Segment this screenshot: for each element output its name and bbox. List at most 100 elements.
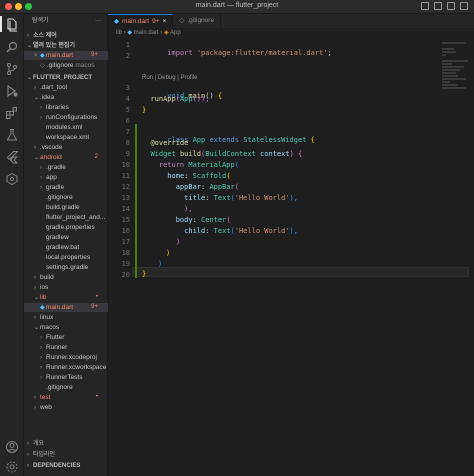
tree-item[interactable]: › runConfigurations — [24, 113, 108, 122]
open-editor-item[interactable]: ◇ .gitignore macos — [24, 61, 108, 70]
line-number: 17 — [121, 238, 130, 246]
open-editor-item[interactable]: × ◆main.dart 9+ — [24, 51, 108, 60]
tree-item[interactable]: ⌄macos — [24, 323, 108, 332]
code-line: runApp(App()); — [150, 95, 210, 103]
run-debug-icon[interactable] — [5, 84, 19, 98]
tree-item[interactable]: › test • — [24, 393, 108, 402]
tree-item[interactable]: .gitignore — [24, 383, 108, 392]
search-icon[interactable] — [5, 40, 19, 54]
code-line: body: Center( — [175, 216, 231, 224]
tree-item[interactable]: ⌄.idea — [24, 93, 108, 102]
source-control-section[interactable]: › 소스 제어 — [24, 31, 108, 40]
timeline-section[interactable]: › 타임라인 — [24, 451, 108, 460]
minimap[interactable] — [442, 42, 470, 102]
gitignore-file-icon: ◇ — [179, 17, 185, 24]
tree-item[interactable]: › libraries — [24, 103, 108, 112]
project-section[interactable]: ⌄FLUTTER_PROJECT — [24, 73, 108, 82]
explorer-sidebar: 탐색기 ··· › 소스 제어 ⌄열려 있는 편집기 × ◆main.dart 9+… — [24, 14, 108, 476]
editor-area: ◆ main.dart 9+ × ◇ .gitignore lib › ◆ ma… — [108, 14, 474, 476]
code-line: Widget build(BuildContext context) { — [150, 150, 303, 158]
extensions-icon[interactable] — [5, 106, 19, 120]
tree-item[interactable]: › RunnerTests — [24, 373, 108, 382]
gitignore-file-icon: ◇ — [40, 62, 45, 69]
activity-bar — [0, 14, 24, 476]
line-number: 7 — [125, 128, 130, 136]
codelens-run-debug[interactable]: Run | Debug | Profile — [142, 75, 197, 81]
tree-item[interactable]: ⌄android 2 — [24, 153, 108, 162]
tree-item[interactable]: › gradle — [24, 183, 108, 192]
tree-item[interactable]: › Runner — [24, 343, 108, 352]
tree-item[interactable]: gradlew.bat — [24, 243, 108, 252]
explorer-icon[interactable] — [5, 18, 19, 32]
code-line: ) — [166, 249, 171, 257]
line-number: 9 — [125, 150, 130, 158]
line-number: 4 — [125, 95, 130, 103]
toggle-sidebar-icon[interactable] — [421, 2, 429, 10]
tree-item[interactable]: modules.xml — [24, 123, 108, 132]
breadcrumb-item[interactable]: lib — [116, 30, 122, 36]
tree-item[interactable]: gradlew — [24, 233, 108, 242]
dependencies-section[interactable]: › DEPENDENCIES — [24, 462, 108, 471]
tree-item[interactable]: › web — [24, 403, 108, 412]
line-number: 8 — [125, 139, 130, 147]
tree-item[interactable]: build.gradle — [24, 203, 108, 212]
open-editors-section[interactable]: ⌄열려 있는 편집기 — [24, 41, 108, 50]
tree-item[interactable]: › Runner.xcodeproj — [24, 353, 108, 362]
tab-main-dart[interactable]: ◆ main.dart 9+ × — [108, 14, 174, 29]
class-icon: ◈ — [164, 30, 169, 36]
code-line: ), — [184, 205, 193, 213]
manage-gear-icon[interactable] — [5, 460, 19, 474]
tree-item-active[interactable]: ◆main.dart 9+ — [24, 303, 108, 312]
tree-item[interactable]: ⌄lib • — [24, 293, 108, 302]
explorer-more-actions[interactable]: ··· — [95, 14, 101, 28]
current-line-highlight — [132, 267, 469, 277]
line-number: 16 — [121, 227, 130, 235]
tree-item[interactable]: .gitignore — [24, 193, 108, 202]
tree-item[interactable]: › .gradle — [24, 163, 108, 172]
close-icon[interactable]: × — [163, 15, 167, 29]
code-line: home: Scaffold( — [167, 172, 231, 180]
line-number: 12 — [121, 183, 130, 191]
code-line: ) — [176, 238, 181, 246]
tree-item[interactable]: › app — [24, 173, 108, 182]
line-number: 20 — [121, 271, 130, 279]
tree-item[interactable]: local.properties — [24, 253, 108, 262]
code-line: child: Text('Hello World'), — [184, 227, 298, 235]
code-line: return MaterialApp( — [158, 161, 239, 169]
tree-item[interactable]: › build — [24, 273, 108, 282]
tree-item[interactable]: flutter_project_and... — [24, 213, 108, 222]
line-number: 6 — [125, 117, 130, 125]
git-added-gutter — [135, 124, 137, 278]
layout-controls — [421, 2, 468, 10]
toggle-secondary-sidebar-icon[interactable] — [447, 2, 455, 10]
tree-item[interactable]: › .dart_tool — [24, 83, 108, 92]
active-indicator — [0, 16, 2, 32]
breadcrumb-item[interactable]: main.dart — [134, 30, 159, 36]
tree-item[interactable]: › .vscode — [24, 143, 108, 152]
problem-badge: 9+ — [91, 52, 98, 58]
breadcrumb-item[interactable]: App — [170, 30, 181, 36]
tab-gitignore[interactable]: ◇ .gitignore — [173, 14, 222, 28]
tree-item[interactable]: › Flutter — [24, 333, 108, 342]
window-title: main.dart — flutter_project — [195, 2, 279, 9]
customize-layout-icon[interactable] — [460, 2, 468, 10]
account-icon[interactable] — [5, 440, 19, 454]
tree-item[interactable]: › linux — [24, 313, 108, 322]
dart-file-icon: ◆ — [127, 30, 132, 36]
code-line: ) — [158, 260, 163, 268]
code-line: appBar: AppBar( — [175, 183, 239, 191]
line-number: 14 — [121, 205, 130, 213]
tree-item[interactable]: gradle.properties — [24, 223, 108, 232]
code-line: } — [142, 106, 147, 114]
remote-explorer-icon[interactable] — [5, 172, 19, 186]
line-number: 15 — [121, 216, 130, 224]
tree-item[interactable]: › Runner.xcworkspace — [24, 363, 108, 372]
toggle-panel-icon[interactable] — [434, 2, 442, 10]
tree-item[interactable]: workspace.xml — [24, 133, 108, 142]
tree-item[interactable]: settings.gradle — [24, 263, 108, 272]
source-control-icon[interactable] — [5, 62, 19, 76]
testing-icon[interactable] — [5, 128, 19, 142]
flutter-icon[interactable] — [5, 150, 19, 164]
tree-item[interactable]: › ios — [24, 283, 108, 292]
outline-section[interactable]: › 개요 — [24, 440, 108, 449]
